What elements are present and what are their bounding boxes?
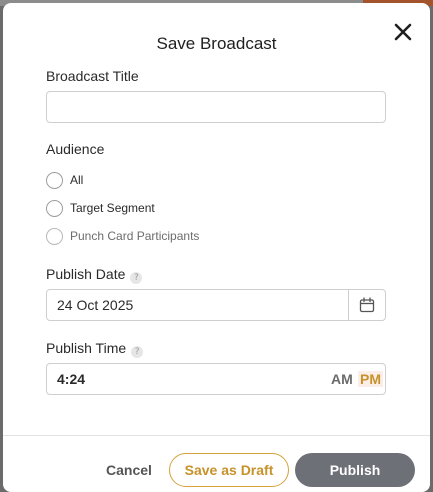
calendar-button[interactable]	[348, 290, 385, 320]
audience-option-label: Target Segment	[70, 201, 155, 215]
help-icon[interactable]: ?	[131, 346, 144, 358]
publish-time-value: 4:24	[57, 371, 86, 387]
publish-date-value: 24 Oct 2025	[57, 297, 134, 313]
publish-date-label-text: Publish Date	[46, 266, 126, 282]
save-as-draft-button[interactable]: Save as Draft	[169, 453, 289, 487]
footer-divider	[3, 435, 430, 436]
publish-button[interactable]: Publish	[295, 453, 415, 487]
close-button[interactable]	[391, 20, 415, 44]
broadcast-title-label: Broadcast Title	[46, 68, 139, 84]
close-icon	[394, 23, 412, 41]
save-broadcast-modal: Save Broadcast Broadcast Title Audience …	[3, 3, 430, 492]
radio-button[interactable]	[46, 171, 63, 189]
audience-option-target-segment[interactable]: Target Segment	[46, 199, 155, 217]
audience-label: Audience	[46, 141, 105, 157]
publish-date-label: Publish Date?	[46, 266, 143, 284]
audience-option-punch-card[interactable]: Punch Card Participants	[46, 227, 199, 245]
audience-option-label: All	[70, 173, 84, 187]
broadcast-title-input[interactable]	[46, 91, 386, 123]
audience-option-all[interactable]: All	[46, 171, 83, 189]
pm-toggle[interactable]: PM	[358, 371, 383, 387]
cancel-button[interactable]: Cancel	[106, 462, 152, 478]
publish-date-input[interactable]: 24 Oct 2025	[46, 289, 386, 321]
publish-time-label: Publish Time?	[46, 340, 144, 358]
help-icon[interactable]: ?	[130, 272, 143, 284]
am-toggle[interactable]: AM	[331, 371, 353, 387]
audience-option-label: Punch Card Participants	[70, 229, 200, 243]
radio-button[interactable]	[46, 199, 63, 217]
publish-time-input[interactable]: 4:24 AM PM	[46, 363, 386, 395]
publish-time-label-text: Publish Time	[46, 340, 127, 356]
radio-button[interactable]	[46, 227, 63, 245]
modal-title: Save Broadcast	[156, 34, 277, 53]
calendar-icon	[359, 297, 375, 313]
